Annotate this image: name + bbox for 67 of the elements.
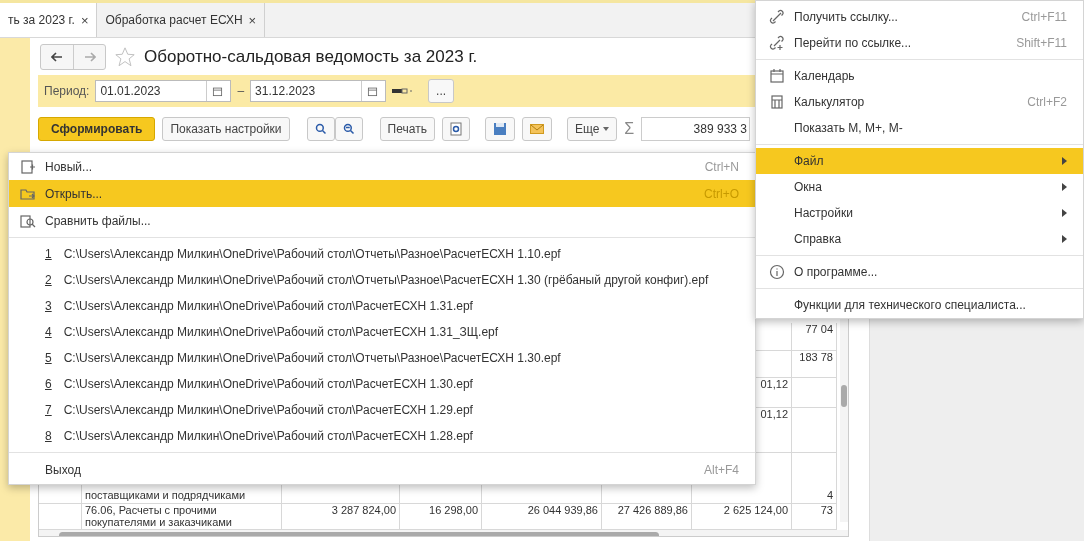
recent-file-item[interactable]: 3 C:\Users\Александр Милкин\OneDrive\Рабочий стол\РасчетЕСХН 1.31.epf: [9, 293, 755, 319]
link-icon: [769, 35, 785, 51]
menu-item[interactable]: Окна: [756, 174, 1083, 200]
table-cell: [792, 378, 837, 408]
mail-button[interactable]: [521, 116, 552, 141]
caret-icon: [603, 126, 610, 131]
dash: –: [237, 84, 245, 98]
calendar-icon: [367, 85, 379, 97]
search-next-button[interactable]: [334, 116, 363, 141]
form-title: Оборотно-сальдовая ведомость за 2023 г.: [144, 46, 478, 67]
show-settings-button[interactable]: Показать настройки: [162, 116, 290, 141]
close-icon[interactable]: ×: [80, 12, 89, 28]
menu-item[interactable]: Сравнить файлы...: [9, 207, 755, 234]
calendar-icon: [769, 68, 785, 84]
search-icon: [342, 122, 355, 135]
menu-item[interactable]: О программе...: [756, 259, 1083, 285]
scrollbar[interactable]: [39, 530, 848, 536]
star-icon[interactable]: [114, 45, 136, 68]
search-button[interactable]: [306, 116, 335, 141]
table-cell: 183 78: [792, 351, 837, 378]
submenu-arrow-icon: [1062, 183, 1067, 191]
table-cell: 4: [792, 453, 837, 504]
preview-button[interactable]: [441, 116, 470, 141]
envelope-icon: [529, 123, 544, 134]
new-document-icon: [20, 158, 36, 175]
table-cell: [792, 408, 837, 453]
menu-item[interactable]: Новый... Ctrl+N: [9, 153, 755, 180]
recent-file-item[interactable]: 2 C:\Users\Александр Милкин\OneDrive\Рабочий стол\Отчеты\Разное\РасчетЕСХН 1.30 (грёбаный другой конфиг).epf: [9, 267, 755, 293]
arrow-right-icon: [83, 51, 96, 62]
period-type-button[interactable]: [392, 86, 415, 96]
more-menu-button[interactable]: Еще: [566, 116, 618, 141]
search-icon: [314, 122, 327, 135]
sum-field: 389 933 3: [641, 116, 750, 141]
menu-item[interactable]: Календарь: [756, 63, 1083, 89]
menu-item[interactable]: Настройки: [756, 200, 1083, 226]
document-search-icon: [449, 121, 462, 136]
compare-files-icon: [20, 212, 36, 229]
save-button[interactable]: [484, 116, 515, 141]
link-icon: [769, 9, 785, 25]
menu-item[interactable]: Справка: [756, 226, 1083, 252]
info-icon: [769, 264, 785, 280]
period-type-icon: [392, 86, 415, 96]
more-button[interactable]: ...: [428, 79, 455, 103]
sum-sign: Σ: [624, 119, 635, 138]
period-label: Период:: [44, 84, 90, 98]
calculator-icon: [769, 94, 785, 110]
table-cell: 77 04: [792, 323, 837, 351]
recent-file-item[interactable]: 5 C:\Users\Александр Милкин\OneDrive\Рабочий стол\Отчеты\Разное\РасчетЕСХН 1.30.epf: [9, 345, 755, 371]
close-icon[interactable]: ×: [248, 12, 257, 28]
menu-item[interactable]: Получить ссылку... Ctrl+F11: [756, 4, 1083, 30]
menu-item[interactable]: Перейти по ссылке... Shift+F11: [756, 30, 1083, 56]
submenu-arrow-icon: [1062, 235, 1067, 243]
print-button[interactable]: Печать: [379, 116, 435, 141]
submenu-arrow-icon: [1062, 209, 1067, 217]
menu-item[interactable]: Файл: [756, 148, 1083, 174]
date-picker[interactable]: 31.12.2023: [250, 80, 387, 102]
recent-file-item[interactable]: 1 C:\Users\Александр Милкин\OneDrive\Рабочий стол\Отчеты\Разное\РасчетЕСХН 1.10.epf: [9, 241, 755, 267]
menu-item[interactable]: Показать M, M+, M-: [756, 115, 1083, 141]
tab[interactable]: ть за 2023 г. ×: [0, 3, 98, 37]
submenu-arrow-icon: [1062, 157, 1067, 165]
calendar-icon: [212, 85, 224, 97]
date-picker[interactable]: 01.01.2023: [95, 80, 232, 102]
menu-item[interactable]: Функции для технического специалиста...: [756, 292, 1083, 318]
arrow-left-icon: [51, 51, 63, 62]
menu-item[interactable]: Калькулятор Ctrl+F2: [756, 89, 1083, 115]
generate-button[interactable]: Сформировать: [38, 116, 156, 141]
recent-file-item[interactable]: 4 C:\Users\Александр Милкин\OneDrive\Рабочий стол\РасчетЕСХН 1.31_ЗЩ.epf: [9, 319, 755, 345]
